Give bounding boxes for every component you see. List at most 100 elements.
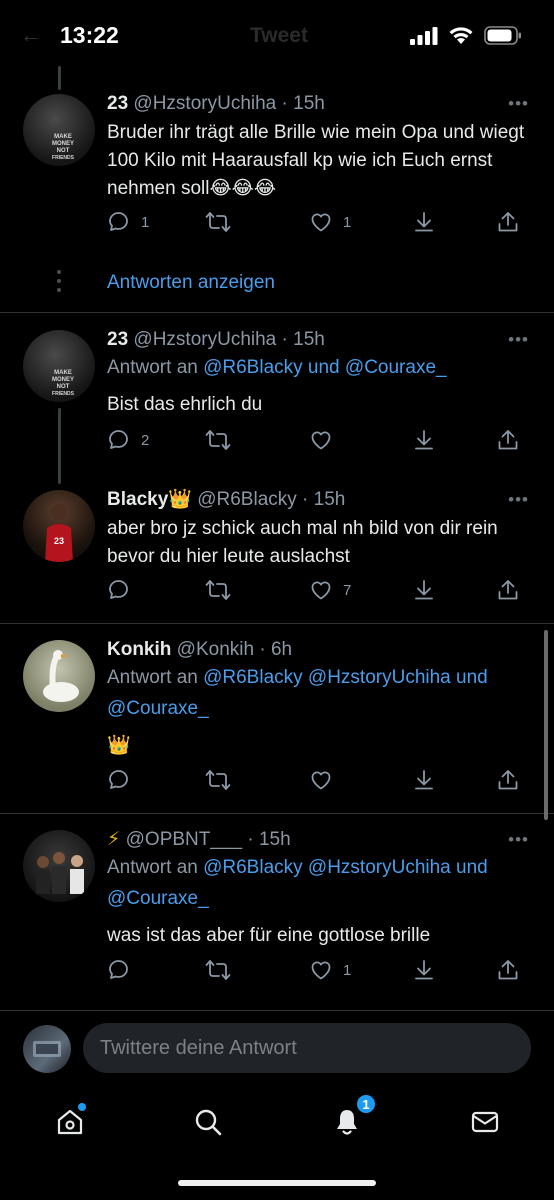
tweet[interactable]: MAKE MONEY NOT FRIENDS 23 @HzstoryUchiha… [0,90,554,260]
tweet[interactable]: MAKE MONEY NOT FRIENDS 23 @HzstoryUchiha… [0,326,554,476]
download-icon [415,960,433,980]
retweet-icon [205,430,231,450]
avatar[interactable]: 23 [23,490,95,562]
svg-text:MAKE: MAKE [54,370,72,376]
reply-icon [109,430,128,449]
tab-notifications[interactable]: 1 [327,1093,377,1142]
reply-button[interactable]: 1 [107,210,149,234]
download-icon [415,430,433,450]
scrollbar[interactable] [544,630,548,820]
tweet-header: ⚡ @OPBNT___ · 15h [107,829,291,850]
home-unread-dot [78,1103,86,1111]
display-name[interactable]: 23 [107,329,128,350]
reply-icon [109,770,128,789]
tab-messages[interactable] [465,1102,505,1142]
like-button[interactable]: 1 [309,958,351,982]
user-handle[interactable]: @HzstoryUchiha [133,329,276,350]
like-count: 7 [343,581,352,599]
bookmark-button[interactable] [412,958,436,982]
tweet-actions: 7 [107,578,527,606]
retweet-button[interactable] [205,428,231,452]
user-handle[interactable]: @HzstoryUchiha [133,93,276,114]
share-button[interactable] [496,578,520,602]
share-button[interactable] [496,768,520,792]
svg-text:MONEY: MONEY [52,377,74,383]
tweet[interactable]: ⚡ @OPBNT___ · 15h Antwort an @R6Blacky @… [0,826,554,1002]
wifi-icon [449,27,473,44]
divider [0,312,554,313]
user-handle[interactable]: @Konkih [177,639,254,660]
notifications-badge: 1 [355,1093,377,1115]
display-name[interactable]: ⚡ [107,829,120,850]
svg-text:MAKE: MAKE [54,134,72,140]
tweet-actions: 2 [107,428,527,456]
avatar[interactable] [23,1025,71,1073]
like-button[interactable] [309,768,333,792]
tweet[interactable]: 23 Blacky👑 @R6Blacky · 15h aber bro jz s… [0,486,554,622]
avatar[interactable]: MAKE MONEY NOT FRIENDS [23,330,95,402]
avatar[interactable] [23,830,95,902]
reply-prefix: Antwort an [107,357,198,378]
tab-home[interactable] [50,1102,90,1142]
reply-count: 1 [141,213,150,231]
retweet-button[interactable] [205,958,231,982]
share-icon [498,770,518,790]
tweet-actions: 1 [107,958,527,986]
tweet[interactable]: Konkih @Konkih · 6h Antwort an @R6Blacky… [0,636,554,812]
bookmark-button[interactable] [412,768,436,792]
more-options-icon[interactable]: ••• [508,330,529,350]
reply-button[interactable] [107,578,131,602]
header-title-ghost: Tweet [250,24,308,47]
user-handle[interactable]: @R6Blacky [197,489,297,510]
status-time: 13:22 [60,22,119,48]
reply-prefix: Antwort an [107,667,198,688]
svg-text:FRIENDS: FRIENDS [52,391,75,397]
home-icon [57,1109,83,1135]
retweet-button[interactable] [205,578,231,602]
more-options-icon[interactable]: ••• [508,830,529,850]
heart-icon [311,213,331,232]
more-options-icon[interactable]: ••• [508,94,529,114]
share-button[interactable] [496,428,520,452]
like-button[interactable] [309,428,333,452]
reply-button[interactable] [107,768,131,792]
share-button[interactable] [496,210,520,234]
status-icons [410,26,522,45]
reply-button[interactable]: 2 [107,428,149,452]
more-options-icon[interactable]: ••• [508,490,529,510]
reply-mentions[interactable]: @R6Blacky und @Couraxe_ [203,357,446,378]
tweet-actions [107,768,527,796]
bookmark-button[interactable] [412,578,436,602]
share-icon [498,212,518,232]
display-name[interactable]: Konkih [107,639,171,660]
share-button[interactable] [496,958,520,982]
status-bar: ← Tweet 13:22 [0,0,554,70]
search-icon [195,1109,222,1136]
reply-context: Antwort an @R6Blacky @HzstoryUchiha und … [107,662,532,724]
like-button[interactable]: 1 [309,210,351,234]
tab-search[interactable] [188,1102,228,1142]
avatar[interactable]: MAKE MONEY NOT FRIENDS [23,94,95,166]
bookmark-button[interactable] [412,428,436,452]
reply-input[interactable] [83,1023,531,1073]
share-icon [498,580,518,600]
heart-icon [311,771,331,790]
tweet-text: 👑 [107,735,131,756]
bookmark-button[interactable] [412,210,436,234]
user-handle[interactable]: @OPBNT___ [126,829,242,850]
reply-button[interactable] [107,958,131,982]
like-count: 1 [343,213,352,231]
retweet-button[interactable] [205,768,231,792]
share-icon [498,960,518,980]
retweet-button[interactable] [205,210,231,234]
reply-icon [109,960,128,979]
divider [0,813,554,814]
reply-composer [0,1010,554,1086]
display-name[interactable]: 23 [107,93,128,114]
show-replies-link[interactable]: Antworten anzeigen [107,272,275,294]
like-button[interactable]: 7 [309,578,351,602]
avatar[interactable] [23,640,95,712]
display-name[interactable]: Blacky👑 [107,489,192,510]
reply-count: 2 [141,431,150,449]
svg-text:NOT: NOT [57,384,70,390]
